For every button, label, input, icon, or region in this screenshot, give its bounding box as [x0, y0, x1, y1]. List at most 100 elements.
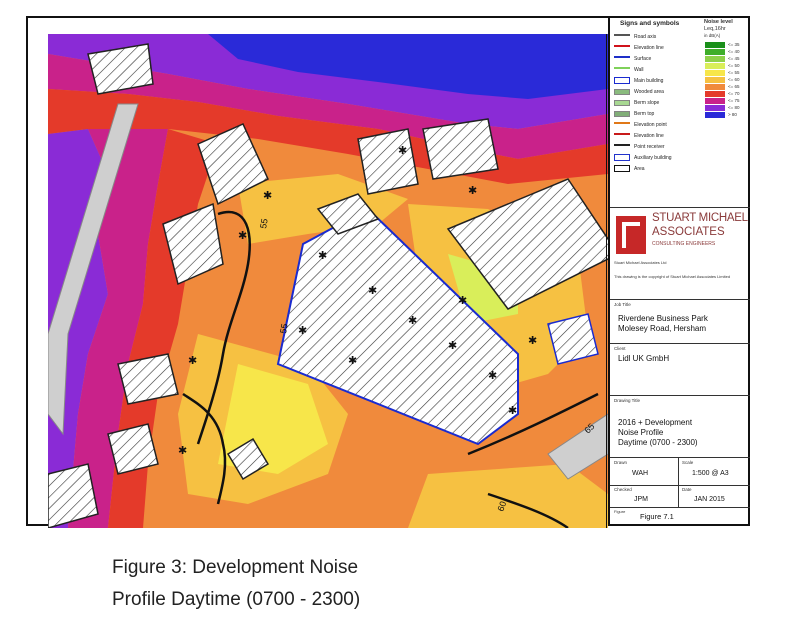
svg-text:✱: ✱	[488, 369, 497, 382]
date-label: Date	[682, 487, 692, 492]
noise-map: ✱ ✱ ✱ ✱ ✱ ✱ ✱ ✱ ✱ ✱ ✱ ✱ ✱ ✱ ✱ ✱ 55 55 65 60	[48, 34, 608, 528]
band-60-bottom	[408, 464, 608, 528]
noise-level-unit: in dB(A)	[704, 33, 721, 38]
noise-band-label: > 80	[728, 112, 737, 117]
legend-item: Wall	[614, 65, 644, 74]
noise-band-label: <= 80	[728, 105, 740, 110]
drawn-scale-box: Drawn WAH Scale 1:500 @ A3	[610, 458, 750, 486]
legend-item-label: Auxiliary building	[634, 154, 672, 161]
company-logo	[616, 216, 646, 254]
legend-swatch	[614, 66, 630, 73]
noise-band-label: <= 35	[728, 42, 740, 47]
legend-item-label: Road axis	[634, 33, 657, 40]
drawing-title-line1: 2016 + Development	[618, 418, 693, 427]
figure-label: Figure	[614, 509, 626, 514]
legend-swatch	[614, 99, 630, 106]
caption-line2: Profile Daytime (0700 - 2300)	[112, 589, 361, 610]
legend-swatch	[614, 121, 630, 128]
legend-item: Berm slope	[614, 98, 659, 107]
company-address: Stuart Michael Associates Ltd	[614, 260, 667, 265]
legend-item: Wooded area	[614, 87, 664, 96]
legend-item: Point receiver	[614, 142, 665, 151]
job-title-label: Job Title	[614, 302, 631, 307]
title-panel: Signs and symbols Road axis Elevation lin…	[608, 16, 750, 526]
client-box: Client Lidl UK GmbH	[610, 344, 750, 396]
svg-text:✱: ✱	[398, 144, 407, 157]
svg-text:✱: ✱	[348, 354, 357, 367]
noise-band-swatch	[705, 112, 725, 119]
checked-label: Checked	[614, 487, 632, 492]
legend-item-label: Point receiver	[634, 143, 665, 150]
noise-band-label: <= 55	[728, 70, 740, 75]
noise-band-label: <= 60	[728, 77, 740, 82]
legend-swatch	[614, 110, 630, 117]
legend-swatch	[614, 33, 630, 40]
legend-swatch	[614, 44, 630, 51]
building	[117, 353, 179, 405]
noise-band-swatch	[705, 63, 725, 70]
svg-text:✱: ✱	[238, 229, 247, 242]
svg-text:✱: ✱	[178, 444, 187, 457]
legend-item: Elevation line	[614, 43, 664, 52]
company-copyright: This drawing is the copyright of Stuart …	[614, 274, 731, 279]
noise-band-swatch	[705, 105, 725, 112]
svg-text:✱: ✱	[508, 404, 517, 417]
noise-band-label: <= 45	[728, 56, 740, 61]
legend-item: Auxiliary building	[614, 153, 672, 162]
noise-band-swatch	[705, 91, 725, 98]
job-title-line2: Molesey Road, Hersham	[618, 324, 707, 333]
legend-swatch	[614, 132, 630, 139]
company-name-line1: STUART MICHAEL	[652, 212, 748, 224]
noise-band-label: <= 65	[728, 84, 740, 89]
legend-item: Surface	[614, 54, 651, 63]
figure-caption: Figure 3: Development Noise Profile Dayt…	[112, 552, 532, 616]
noise-band-label: <= 40	[728, 49, 740, 54]
legend-swatch	[614, 88, 630, 95]
legend-item: Road axis	[614, 32, 656, 41]
legend-item-label: Area	[634, 165, 645, 172]
checked-value: JPM	[634, 496, 648, 503]
noise-band-swatch	[705, 56, 725, 63]
noise-band-label: <= 70	[728, 91, 740, 96]
legend-item-label: Elevation line	[634, 44, 664, 51]
svg-text:✱: ✱	[318, 249, 327, 262]
svg-text:✱: ✱	[408, 314, 417, 327]
noise-band-swatch	[705, 42, 725, 49]
figure-box: Figure Figure 7.1	[610, 508, 750, 524]
legend-swatch	[614, 143, 630, 150]
building	[107, 423, 159, 475]
noise-band-swatch	[705, 84, 725, 91]
noise-band-swatch	[705, 70, 725, 77]
client-label: Client	[614, 346, 626, 351]
legend-item: Elevation point	[614, 120, 667, 129]
drawing-title-label: Drawing Title	[614, 398, 641, 403]
scale-label: Scale	[682, 460, 694, 465]
legend-item-label: Berm slope	[634, 99, 660, 106]
legend-item: Berm top	[614, 109, 654, 118]
svg-text:✱: ✱	[458, 294, 467, 307]
drawing-title-line2: Noise Profile	[618, 428, 664, 437]
legend-item-label: Elevation line	[634, 132, 664, 139]
building	[422, 118, 499, 180]
legend-swatch	[614, 165, 630, 172]
contour-label-55b: 55	[278, 323, 290, 335]
drawing-title-line3: Daytime (0700 - 2300)	[618, 438, 698, 447]
job-title-box: Job Title Riverdene Business Park Molese…	[610, 300, 750, 344]
drawing-title-box: Drawing Title 2016 + Development Noise P…	[610, 396, 750, 458]
legend-item: Main building	[614, 76, 663, 85]
legend-item-label: Main building	[634, 77, 664, 84]
legend-swatch	[614, 55, 630, 62]
legend-swatch	[614, 77, 630, 84]
checked-date-box: Checked JPM Date JAN 2015	[610, 486, 750, 508]
client-name: Lidl UK GmbH	[618, 354, 670, 363]
building	[547, 313, 599, 365]
drawn-label: Drawn	[614, 460, 628, 465]
noise-contour-map: ✱✱ ✱✱ ✱✱ ✱✱ ✱✱ ✱✱ ✱✱ ✱✱ 55 55 65 60	[48, 34, 608, 528]
noise-band-swatch	[705, 77, 725, 84]
job-title-line1: Riverdene Business Park	[618, 314, 708, 323]
svg-text:✱: ✱	[448, 339, 457, 352]
legend-item-label: Wooded area	[634, 88, 664, 95]
noise-level-title: Noise level	[704, 19, 733, 25]
drawn-value: WAH	[632, 470, 649, 477]
noise-band-label: <= 50	[728, 63, 740, 68]
